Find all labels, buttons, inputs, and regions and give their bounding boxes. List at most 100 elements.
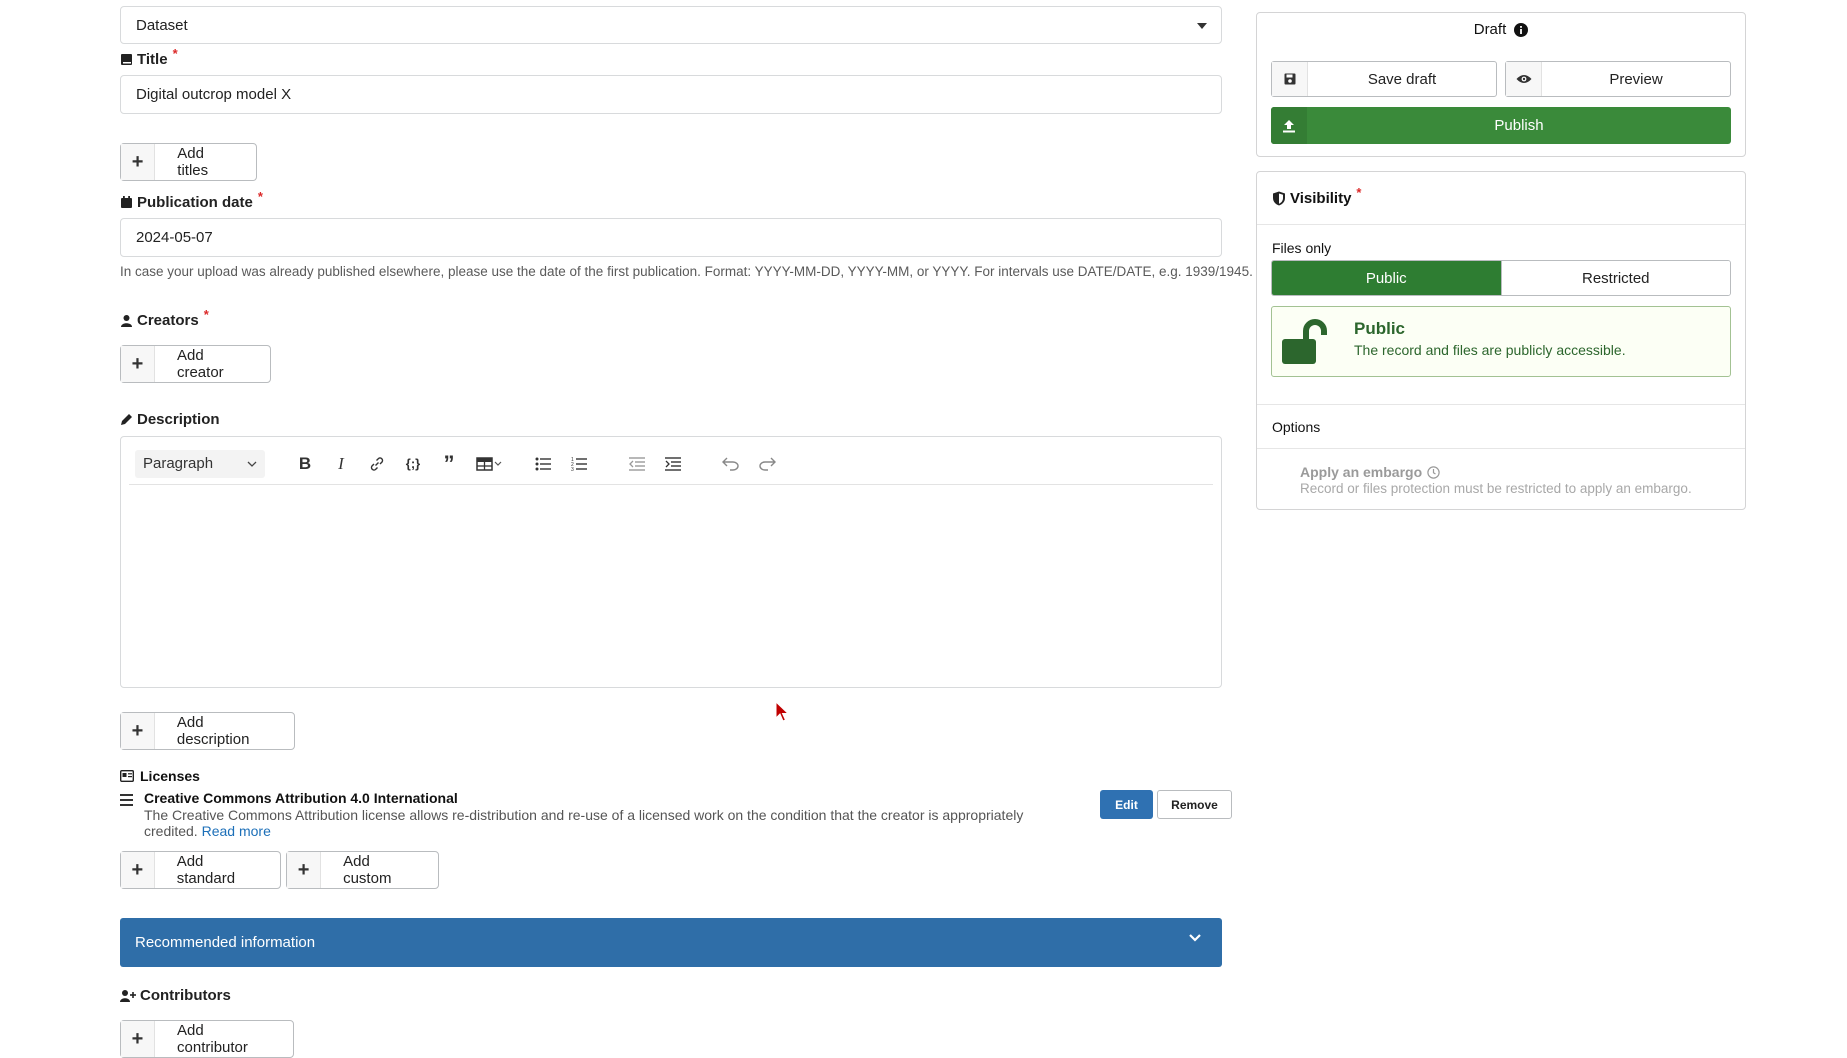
read-more-link[interactable]: Read more — [202, 823, 271, 839]
add-titles-label: Add titles — [177, 145, 209, 179]
publication-date-label: Publication date * — [120, 189, 263, 211]
description-label-text: Description — [137, 411, 220, 428]
creators-label-text: Creators — [137, 312, 199, 329]
add-description-button[interactable]: + Add description — [120, 712, 295, 750]
visibility-toggle: Public Restricted — [1271, 260, 1731, 296]
contributors-label: Contributors — [120, 987, 231, 1004]
description-text-area[interactable] — [121, 487, 1221, 687]
preview-button[interactable]: Preview — [1505, 61, 1731, 97]
add-creator-label: Add creator — [176, 347, 224, 381]
publish-button[interactable]: Publish — [1271, 107, 1731, 144]
title-label: Title * — [120, 46, 178, 68]
user-icon — [121, 315, 132, 327]
user-plus-icon — [120, 990, 136, 1002]
shield-icon — [1273, 191, 1285, 206]
public-toggle-button[interactable]: Public — [1272, 261, 1501, 295]
mouse-cursor-icon — [775, 701, 790, 722]
chevron-down-icon — [1189, 934, 1201, 942]
save-draft-label: Save draft — [1367, 70, 1437, 88]
add-standard-label: Add standard — [176, 853, 236, 887]
plus-icon: + — [121, 1021, 156, 1057]
options-label: Options — [1272, 419, 1321, 435]
plus-icon: + — [287, 852, 322, 888]
divider — [1257, 448, 1745, 449]
add-creator-button[interactable]: + Add creator — [120, 345, 271, 383]
resource-type-select[interactable]: Dataset — [120, 6, 1222, 44]
outdent-icon[interactable] — [619, 449, 655, 479]
add-contributor-button[interactable]: + Add contributor — [120, 1020, 294, 1058]
bulleted-list-icon[interactable] — [525, 449, 561, 479]
license-item: Creative Commons Attribution 4.0 Interna… — [120, 790, 1222, 839]
svg-text:3: 3 — [571, 467, 574, 471]
save-icon — [1272, 62, 1308, 96]
license-card-icon — [120, 770, 134, 782]
remove-license-button[interactable]: Remove — [1157, 790, 1232, 819]
italic-icon[interactable]: I — [323, 449, 359, 479]
add-custom-label: Add custom — [343, 853, 392, 887]
divider — [1257, 224, 1745, 225]
clock-icon — [1427, 465, 1440, 479]
licenses-label: Licenses — [120, 768, 200, 784]
publication-date-value: 2024-05-07 — [136, 229, 213, 246]
add-custom-license-button[interactable]: + Add custom — [286, 851, 439, 889]
add-standard-license-button[interactable]: + Add standard — [120, 851, 281, 889]
licenses-label-text: Licenses — [140, 768, 200, 784]
contributors-label-text: Contributors — [140, 987, 231, 1004]
visibility-label: Visibility — [1290, 190, 1352, 207]
publish-label: Publish — [1494, 117, 1544, 134]
divider — [1257, 404, 1745, 405]
publication-date-label-text: Publication date — [137, 194, 253, 211]
pencil-icon — [121, 414, 132, 425]
table-icon[interactable] — [467, 449, 511, 479]
link-icon[interactable] — [359, 449, 395, 479]
unlock-icon — [1282, 319, 1327, 364]
title-input[interactable]: Digital outcrop model X — [120, 75, 1222, 114]
license-description-text: The Creative Commons Attribution license… — [144, 807, 1024, 839]
bold-icon[interactable]: B — [287, 449, 323, 479]
calendar-icon — [121, 196, 132, 208]
paragraph-format-dropdown[interactable]: Paragraph — [135, 449, 265, 478]
files-only-label: Files only — [1272, 240, 1332, 256]
title-label-text: Title — [137, 51, 168, 68]
creators-label: Creators * — [120, 307, 209, 329]
required-marker: * — [257, 189, 263, 204]
required-marker: * — [1356, 185, 1362, 200]
required-marker: * — [203, 307, 209, 322]
license-description: The Creative Commons Attribution license… — [144, 807, 1044, 839]
embargo-help: Record or files protection must be restr… — [1300, 481, 1692, 496]
publication-date-input[interactable]: 2024-05-07 — [120, 218, 1222, 257]
visibility-header: Visibility * — [1272, 185, 1361, 207]
required-marker: * — [172, 46, 178, 61]
numbered-list-icon[interactable]: 123 — [561, 449, 597, 479]
plus-icon: + — [121, 144, 156, 180]
description-editor: Paragraph B I {;} ” 123 — [120, 436, 1222, 688]
plus-icon: + — [121, 346, 155, 382]
recommended-information-accordion[interactable]: Recommended information — [120, 918, 1222, 967]
publication-date-help: In case your upload was already publishe… — [120, 264, 1253, 279]
recommended-information-label: Recommended information — [135, 934, 316, 951]
indent-icon[interactable] — [655, 449, 691, 479]
title-value: Digital outcrop model X — [136, 86, 292, 103]
add-titles-button[interactable]: + Add titles — [120, 143, 257, 181]
embargo-label: Apply an embargo — [1300, 464, 1423, 480]
deposit-actions-card: Draft Save draft Preview Publish — [1256, 12, 1746, 157]
paragraph-format-value: Paragraph — [143, 455, 214, 472]
upload-icon — [1271, 107, 1307, 144]
restricted-toggle-button[interactable]: Restricted — [1500, 261, 1730, 295]
code-block-icon[interactable]: {;} — [395, 449, 431, 479]
eye-icon — [1506, 62, 1542, 96]
visibility-card: Visibility * Files only Public Restricted… — [1256, 171, 1746, 510]
visibility-message: Public The record and files are publicly… — [1271, 306, 1731, 377]
drag-handle-icon[interactable] — [120, 794, 133, 809]
undo-icon[interactable] — [713, 449, 749, 479]
license-name: Creative Commons Attribution 4.0 Interna… — [144, 790, 458, 806]
blockquote-icon[interactable]: ” — [431, 449, 467, 479]
save-draft-button[interactable]: Save draft — [1271, 61, 1497, 97]
plus-icon: + — [121, 852, 155, 888]
draft-status: Draft — [1257, 21, 1745, 38]
edit-license-button[interactable]: Edit — [1100, 790, 1153, 819]
description-label: Description — [120, 411, 220, 428]
info-icon[interactable] — [1514, 22, 1529, 37]
embargo-option: Apply an embargo — [1300, 464, 1440, 480]
redo-icon[interactable] — [749, 449, 785, 479]
